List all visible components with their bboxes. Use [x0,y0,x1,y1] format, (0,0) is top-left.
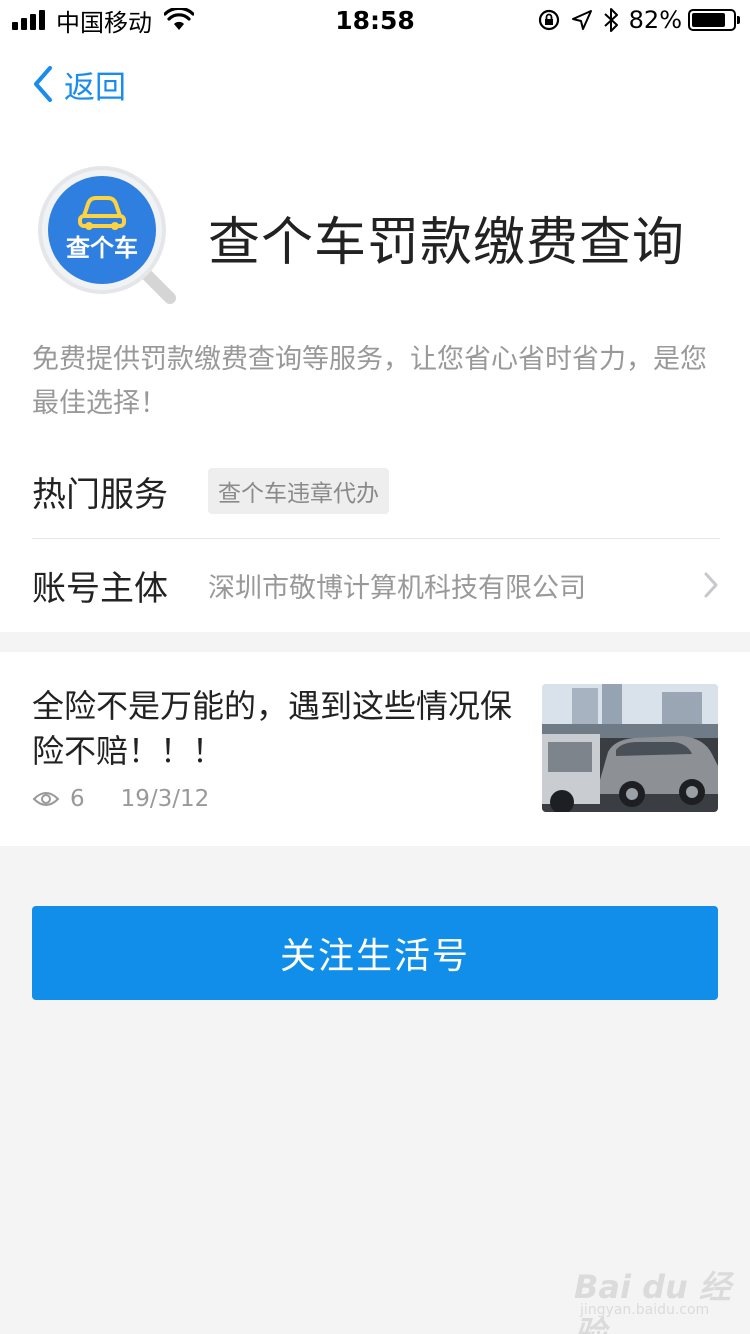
back-label: 返回 [64,69,126,106]
account-row[interactable]: 账号主体 深圳市敬博计算机科技有限公司 [32,562,720,609]
follow-button[interactable]: 关注生活号 [32,906,718,1000]
app-logo: 查个车 [36,164,178,306]
hot-services-label: 热门服务 [32,474,168,515]
back-button[interactable]: 返回 [30,62,126,106]
watermark-url: jingyan.baidu.com [580,1302,710,1318]
rotation-lock-icon [537,8,561,32]
article-title: 全险不是万能的，遇到这些情况保险不赔！！！ [32,687,513,770]
service-tag[interactable]: 查个车违章代办 [208,468,389,514]
baidu-watermark: Bai du 经验 jingyan.baidu.com [574,1252,744,1334]
article-thumbnail [542,684,718,812]
article-card[interactable]: 全险不是万能的，遇到这些情况保险不赔！！！ 6 19/3/12 [0,652,750,846]
app-description: 免费提供罚款缴费查询等服务，让您省心省时省力，是您最佳选择！ [32,344,707,419]
view-count: 6 [70,786,85,812]
logo-text: 查个车 [66,234,138,262]
bluetooth-icon [603,7,619,33]
account-value: 深圳市敬博计算机科技有限公司 [208,572,586,604]
article-date: 19/3/12 [120,786,210,812]
page-title: 查个车罚款缴费查询 [208,213,686,273]
divider [32,538,720,539]
watermark-text: Bai du 经验 [574,1268,731,1334]
article-meta: 6 19/3/12 [32,786,209,812]
hot-services-row: 热门服务 查个车违章代办 [32,468,720,515]
account-label: 账号主体 [32,568,168,609]
eye-icon [32,792,60,806]
chevron-left-icon [34,66,52,102]
battery-percent: 82% [628,6,682,34]
chevron-right-icon [704,572,718,598]
status-bar: 中国移动 18:58 82% [0,0,750,40]
battery-icon [688,9,740,31]
location-icon [571,9,593,31]
